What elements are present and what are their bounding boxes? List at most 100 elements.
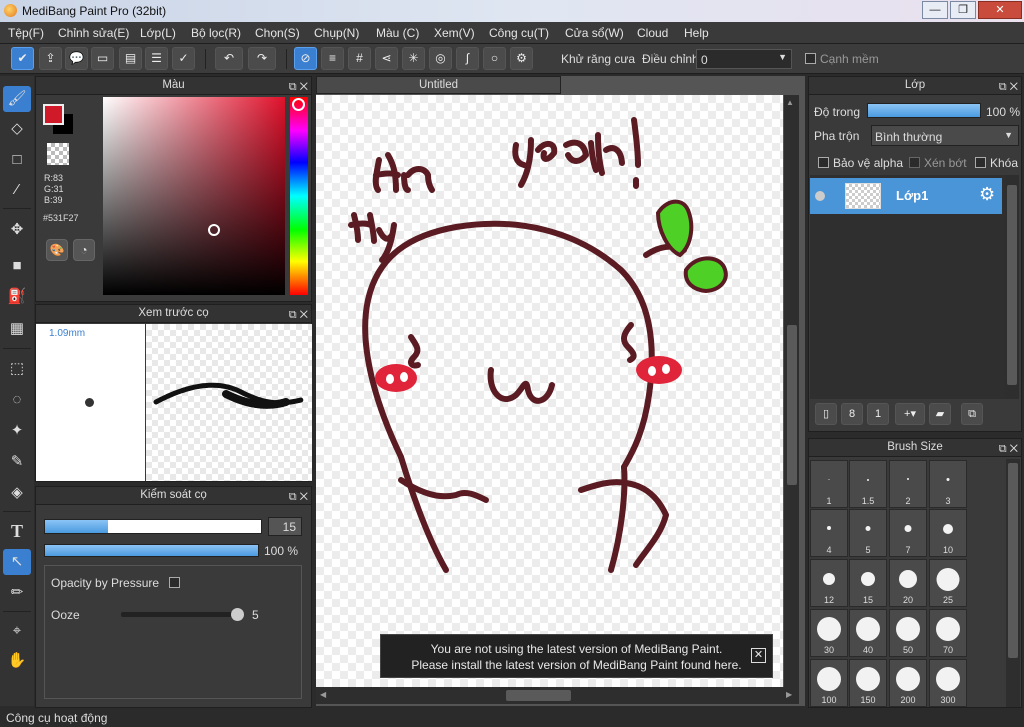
hue-slider[interactable]	[290, 97, 308, 295]
soft-edge-checkbox[interactable]	[805, 53, 816, 64]
menu-filter[interactable]: Bộ lọc(R)	[191, 26, 241, 40]
brush-size-scroll-thumb[interactable]	[1008, 463, 1018, 658]
popout-icon[interactable]: ⧉	[999, 81, 1007, 93]
brush-size-cell[interactable]: 15	[849, 559, 887, 607]
close-button[interactable]: ✕	[978, 1, 1022, 19]
grid-snap-icon[interactable]: #	[348, 47, 371, 70]
popout-icon[interactable]: ⧉	[289, 81, 297, 93]
drawing-canvas[interactable]: You are not using the latest version of …	[316, 95, 783, 687]
perspective-snap-icon[interactable]: ⋖	[375, 47, 398, 70]
new-layer-8bit-icon[interactable]: 8	[841, 403, 863, 425]
vertical-scroll-thumb[interactable]	[787, 325, 797, 485]
eraser-tool-icon[interactable]: ◇	[3, 116, 31, 142]
lasso-tool-icon[interactable]: ◌	[3, 387, 31, 413]
fill-rect-icon[interactable]: ■	[3, 253, 31, 279]
brush-size-cell[interactable]: 300	[929, 659, 967, 707]
checklist-icon[interactable]: ✓	[172, 47, 195, 70]
brush-tool-icon[interactable]: 🖌	[3, 86, 31, 112]
text-tool-icon[interactable]: T	[3, 518, 31, 544]
radial-snap-icon[interactable]: ✳	[402, 47, 425, 70]
select-rect-icon[interactable]: ⬚	[3, 356, 31, 382]
horizontal-scrollbar[interactable]: ◀ ▶	[316, 687, 799, 704]
menu-layer[interactable]: Lớp(L)	[140, 26, 176, 40]
upload-icon[interactable]: ⇪	[39, 47, 62, 70]
list-icon[interactable]: ☰	[145, 47, 168, 70]
select-eraser-icon[interactable]: ◈	[3, 480, 31, 506]
menu-cloud[interactable]: Cloud	[637, 26, 668, 40]
menu-select[interactable]: Chọn(S)	[255, 26, 300, 40]
ooze-slider-handle[interactable]	[231, 608, 244, 621]
color-history-icon[interactable]: ◔	[73, 239, 95, 261]
brush-size-cell[interactable]: 40	[849, 609, 887, 657]
snap-settings-icon[interactable]: ⚙	[510, 47, 533, 70]
menu-color[interactable]: Màu (C)	[376, 26, 419, 40]
brush-size-input[interactable]: 15	[268, 517, 302, 536]
menu-edit[interactable]: Chỉnh sửa(E)	[58, 26, 129, 40]
notice-close-icon[interactable]: ✕	[751, 648, 766, 663]
snap-off-icon[interactable]: ⊘	[294, 47, 317, 70]
menu-file[interactable]: Tệp(F)	[8, 26, 44, 40]
brush-size-cell[interactable]: 1.5	[849, 460, 887, 508]
dot-brush-icon[interactable]: ⁄	[3, 177, 31, 203]
horizontal-scroll-thumb[interactable]	[506, 690, 571, 701]
undo-icon[interactable]: ↶	[215, 47, 243, 70]
transparent-color-swatch[interactable]	[47, 143, 69, 165]
menu-window[interactable]: Cửa sổ(W)	[565, 26, 624, 40]
new-layer-1bit-icon[interactable]: 1	[867, 403, 889, 425]
layer-row[interactable]: Lớp1 ⚙	[810, 178, 1002, 214]
brush-size-cell[interactable]: 70	[929, 609, 967, 657]
close-icon[interactable]: ✕	[300, 309, 308, 321]
scroll-up-icon[interactable]: ▲	[786, 98, 794, 107]
primary-color-swatch[interactable]	[43, 104, 64, 125]
operation-tool-icon[interactable]: ↖	[3, 549, 31, 575]
brush-size-cell[interactable]: 25	[929, 559, 967, 607]
vertical-scrollbar[interactable]: ▲	[784, 95, 799, 687]
opacity-pressure-checkbox[interactable]	[169, 577, 180, 588]
clip-checkbox[interactable]	[909, 157, 920, 168]
brush-size-cell[interactable]: 2	[889, 460, 927, 508]
brush-size-cell[interactable]: 150	[849, 659, 887, 707]
scroll-right-icon[interactable]: ▶	[786, 690, 792, 699]
brush-size-cell[interactable]: 5	[849, 509, 887, 557]
brush-size-cell[interactable]: 4	[810, 509, 848, 557]
close-icon[interactable]: ✕	[300, 81, 308, 93]
folder-icon[interactable]: ▰	[929, 403, 951, 425]
brush-size-cell[interactable]: 12	[810, 559, 848, 607]
protect-alpha-checkbox[interactable]	[818, 157, 829, 168]
scroll-left-icon[interactable]: ◀	[320, 690, 326, 699]
select-pen-icon[interactable]: ✎	[3, 449, 31, 475]
menu-view[interactable]: Xem(V)	[434, 26, 475, 40]
ooze-slider[interactable]	[121, 608, 244, 621]
menu-help[interactable]: Help	[684, 26, 709, 40]
popout-icon[interactable]: ⧉	[289, 309, 297, 321]
popout-icon[interactable]: ⧉	[999, 443, 1007, 455]
palette-icon[interactable]: 🎨	[46, 239, 68, 261]
eyedropper-icon[interactable]: ⌖	[3, 618, 31, 644]
layer-opacity-slider[interactable]	[867, 103, 981, 118]
brush-size-scrollbar[interactable]	[1006, 459, 1020, 707]
brush-size-slider[interactable]	[44, 519, 262, 534]
canvas-tab[interactable]: Untitled	[316, 76, 561, 94]
minimize-button[interactable]: —	[922, 1, 948, 19]
saturation-value-picker[interactable]	[103, 97, 285, 295]
menu-tools[interactable]: Công cụ(T)	[489, 26, 549, 40]
brush-size-cell[interactable]: 20	[889, 559, 927, 607]
restore-button[interactable]: ❐	[950, 1, 976, 19]
brush-size-cell[interactable]: 3	[929, 460, 967, 508]
brush-size-cell[interactable]: 100	[810, 659, 848, 707]
hue-slider-handle[interactable]	[292, 98, 305, 111]
move-tool-icon[interactable]: ✥	[3, 217, 31, 243]
close-icon[interactable]: ✕	[1010, 81, 1018, 93]
adjust-select[interactable]: 0 ▼	[696, 49, 792, 69]
bucket-tool-icon[interactable]: ⛽	[3, 284, 31, 310]
pen-divide-icon[interactable]: ✏	[3, 580, 31, 606]
hand-tool-icon[interactable]: ✋	[3, 648, 31, 674]
gear-icon[interactable]: ⚙	[979, 184, 995, 205]
brush-size-cell[interactable]: 200	[889, 659, 927, 707]
menu-capture[interactable]: Chụp(N)	[314, 26, 359, 40]
duplicate-layer-icon[interactable]: ⧉	[961, 403, 983, 425]
magic-wand-icon[interactable]: ✦	[3, 418, 31, 444]
eye-icon[interactable]	[815, 191, 825, 201]
redo-icon[interactable]: ↷	[248, 47, 276, 70]
speech-bubble-icon[interactable]: 💬	[65, 47, 88, 70]
